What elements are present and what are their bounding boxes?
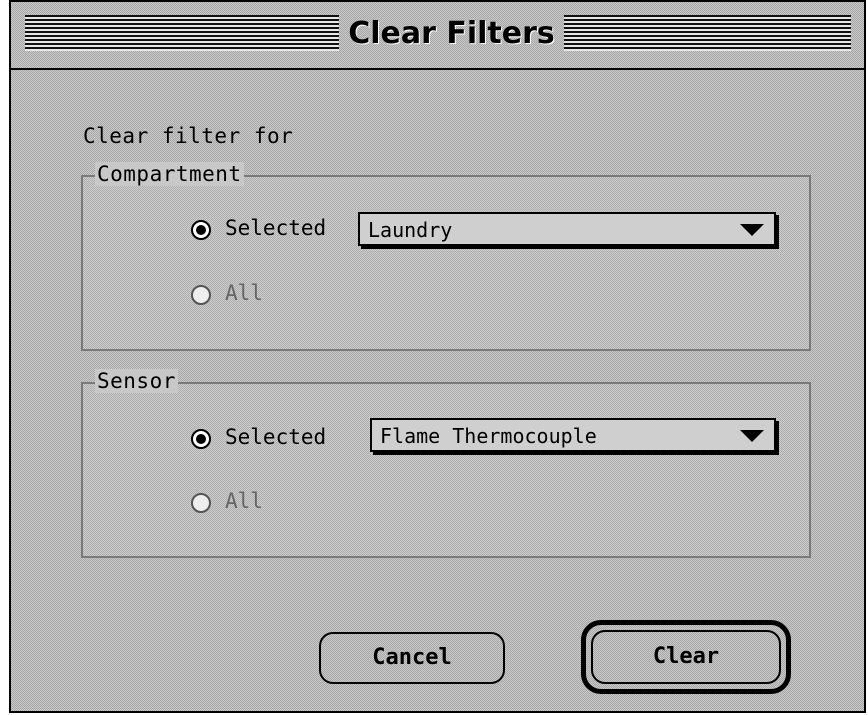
clear-button[interactable]: Clear [591, 630, 781, 684]
sensor-selected-label[interactable]: Selected [225, 425, 326, 449]
sensor-selected-radio[interactable] [191, 429, 211, 449]
sensor-group-legend: Sensor [95, 369, 178, 393]
title-bar-stripes-right [564, 15, 851, 51]
compartment-group-legend: Compartment [95, 162, 244, 186]
title-bar[interactable]: Clear Filters [11, 2, 864, 70]
compartment-selected-label[interactable]: Selected [225, 216, 326, 240]
compartment-dropdown-value: Laundry [368, 218, 453, 242]
clear-filter-prompt: Clear filter for [83, 124, 294, 148]
compartment-selected-radio[interactable] [191, 220, 211, 240]
cancel-button[interactable]: Cancel [319, 632, 505, 684]
dialog-title: Clear Filters [348, 16, 555, 51]
sensor-all-label[interactable]: All [225, 489, 263, 513]
clear-filters-dialog: Clear Filters Clear filter for Compartme… [9, 0, 866, 713]
sensor-all-radio[interactable] [191, 493, 211, 513]
compartment-all-radio[interactable] [191, 285, 211, 305]
sensor-dropdown-value: Flame Thermocouple [380, 424, 597, 448]
chevron-down-icon [740, 224, 764, 236]
compartment-all-label[interactable]: All [225, 281, 263, 305]
compartment-dropdown[interactable]: Laundry [358, 212, 776, 246]
sensor-dropdown[interactable]: Flame Thermocouple [370, 418, 776, 452]
title-bar-stripes-left [25, 15, 339, 51]
sensor-group [81, 382, 811, 558]
compartment-group [81, 175, 811, 351]
chevron-down-icon [740, 430, 764, 442]
